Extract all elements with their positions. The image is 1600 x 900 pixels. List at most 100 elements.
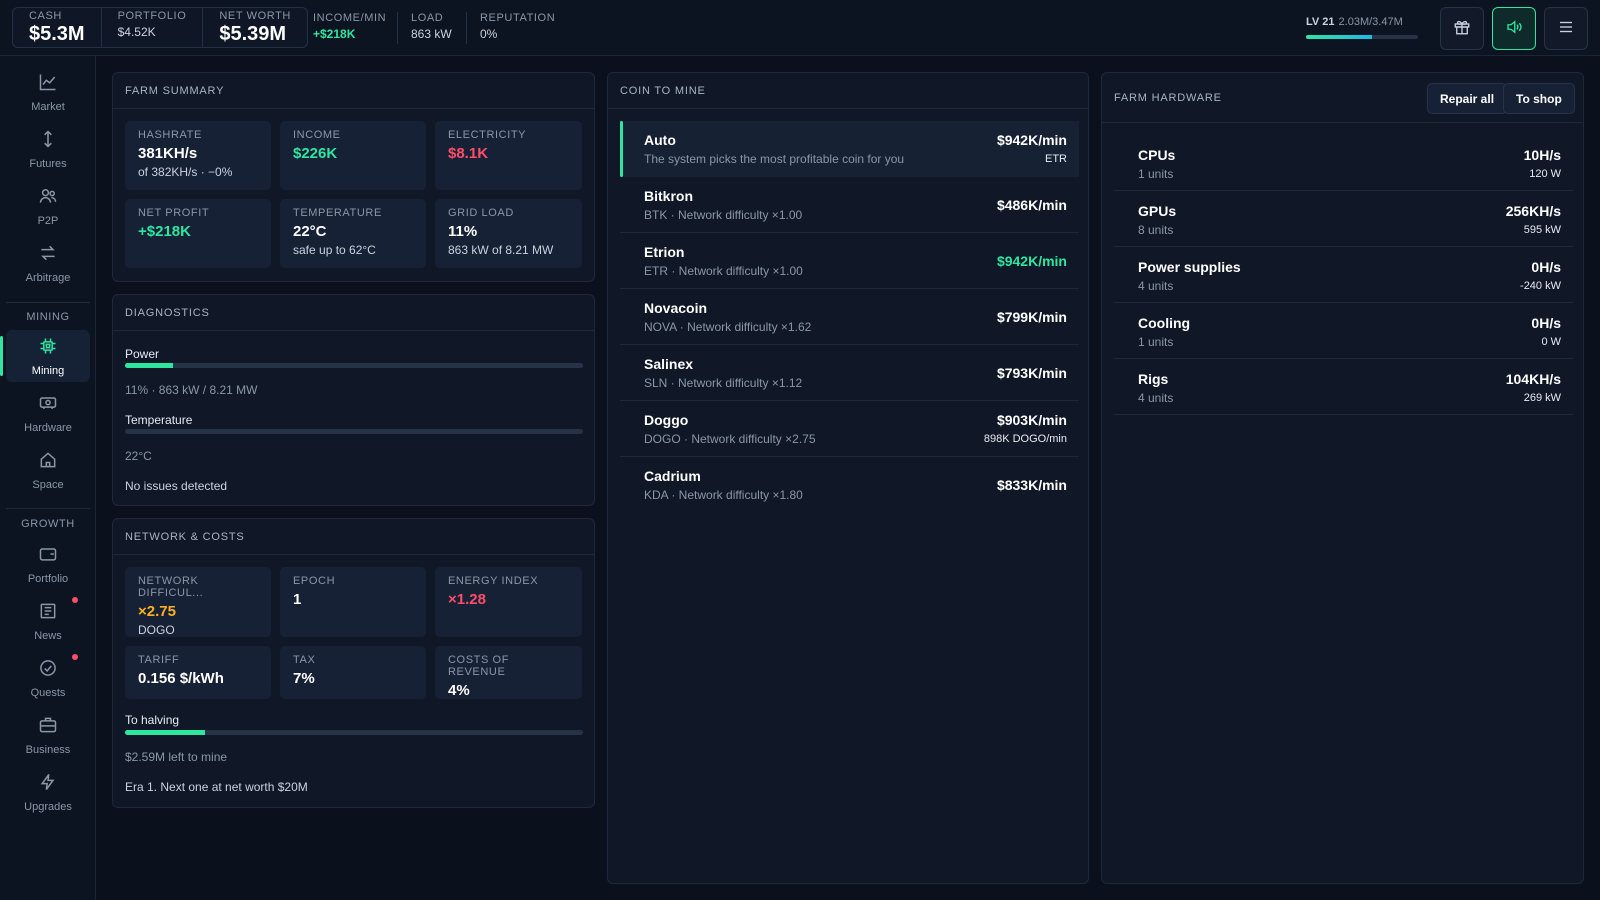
level-indicator[interactable]: LV 21 2.03M/3.47M	[1306, 16, 1418, 39]
hardware-units: 1 units	[1138, 167, 1174, 181]
reputation-label: REPUTATION	[480, 12, 556, 24]
coin-rate: $799K/min	[996, 309, 1067, 325]
nav-p2p-label: P2P	[37, 214, 59, 227]
load-label: LOAD	[411, 12, 444, 24]
tax-label: TAX	[293, 654, 316, 666]
hardware-row-cpus[interactable]: CPUs 1 units 10H/s 120 W	[1114, 135, 1573, 191]
level-label: LV 21	[1306, 16, 1335, 28]
level-progress-bar	[1306, 35, 1418, 39]
diagnostics-message: No issues detected	[125, 479, 228, 493]
temperature-bar	[125, 429, 583, 434]
coin-description: ETR · Network difficulty ×1.00	[644, 264, 803, 278]
income-card-label: INCOME	[293, 129, 341, 141]
bolt-icon	[38, 772, 58, 795]
temperature-card: TEMPERATURE 22°C safe up to 62°C	[280, 199, 426, 268]
coin-row-auto[interactable]: Auto The system picks the most profitabl…	[620, 121, 1079, 177]
arrows-icon	[38, 129, 58, 152]
hardware-units: 8 units	[1138, 223, 1174, 237]
power-note: 11% · 863 kW / 8.21 MW	[125, 383, 258, 397]
network-costs-title: NETWORK & COSTS	[113, 519, 594, 555]
nav-business[interactable]: Business	[6, 709, 90, 761]
briefcase-icon	[38, 715, 58, 738]
coin-row-novacoin[interactable]: Novacoin NOVA · Network difficulty ×1.62…	[620, 289, 1079, 345]
hardware-units: 4 units	[1138, 391, 1174, 405]
hardware-name: Power supplies	[1138, 259, 1241, 275]
nav-hardware[interactable]: Hardware	[6, 387, 90, 439]
coin-name: Doggo	[644, 412, 689, 428]
coin-rate: $486K/min	[996, 197, 1067, 213]
nav-news[interactable]: News	[6, 595, 90, 647]
wallet-icon	[38, 544, 58, 567]
coin-secondary: ETR	[1045, 153, 1067, 165]
nav-space-label: Space	[32, 478, 64, 491]
income-value: +$218K	[313, 27, 356, 41]
difficulty-sub: DOGO	[138, 623, 175, 637]
coin-row-doggo[interactable]: Doggo DOGO · Network difficulty ×2.75 $9…	[620, 401, 1079, 457]
coin-name: Bitkron	[644, 188, 693, 204]
nav-mining-label: Mining	[31, 364, 65, 377]
sound-button[interactable]	[1492, 7, 1536, 50]
hashrate-value: 381KH/s	[138, 145, 198, 162]
nav-section-mining: MINING	[26, 311, 70, 323]
hardware-row-power-supplies[interactable]: Power supplies 4 units 0H/s -240 kW	[1114, 247, 1573, 303]
hardware-rate: 104KH/s	[1505, 371, 1561, 387]
hardware-power: -240 kW	[1520, 280, 1561, 292]
tax-value: 7%	[293, 670, 315, 687]
hardware-row-cooling[interactable]: Cooling 1 units 0H/s 0 W	[1114, 303, 1573, 359]
nav-arbitrage-label: Arbitrage	[25, 271, 71, 284]
power-bar	[125, 363, 583, 368]
power-label: Power	[125, 347, 160, 361]
nav-upgrades-label: Upgrades	[24, 800, 72, 813]
energy-index-label: ENERGY INDEX	[448, 575, 539, 587]
nav-hardware-label: Hardware	[24, 421, 72, 434]
tariff-value: 0.156 $/kWh	[138, 670, 224, 687]
nav-quests-label: Quests	[30, 686, 66, 699]
gift-button[interactable]	[1440, 7, 1484, 50]
hardware-row-rigs[interactable]: Rigs 4 units 104KH/s 269 kW	[1114, 359, 1573, 415]
nav-futures[interactable]: Futures	[6, 123, 90, 175]
nav-divider	[6, 302, 90, 303]
epoch-value: 1	[293, 591, 302, 608]
hardware-icon	[38, 393, 58, 416]
networth-label: NET WORTH	[219, 10, 291, 22]
nav-upgrades[interactable]: Upgrades	[6, 766, 90, 818]
repair-all-button[interactable]: Repair all	[1427, 83, 1508, 114]
nav-p2p[interactable]: P2P	[6, 180, 90, 232]
portfolio-label: PORTFOLIO	[117, 10, 187, 22]
epoch-card: EPOCH 1	[280, 567, 426, 637]
tariff-label: TARIFF	[138, 654, 180, 666]
coin-rate: $833K/min	[996, 477, 1067, 493]
coin-row-etrion[interactable]: Etrion ETR · Network difficulty ×1.00 $9…	[620, 233, 1079, 289]
nav-mining[interactable]: Mining	[0, 330, 90, 382]
coin-description: The system picks the most profitable coi…	[644, 152, 905, 166]
hardware-rate: 10H/s	[1523, 147, 1561, 163]
check-circle-icon	[38, 658, 58, 681]
menu-button[interactable]	[1544, 7, 1588, 50]
speaker-icon	[1505, 18, 1523, 39]
coin-description: BTK · Network difficulty ×1.00	[644, 208, 803, 222]
diagnostics-title: DIAGNOSTICS	[113, 295, 594, 331]
nav-market[interactable]: Market	[6, 66, 90, 118]
electricity-value: $8.1K	[448, 145, 489, 162]
coin-row-cadrium[interactable]: Cadrium KDA · Network difficulty ×1.80 $…	[620, 457, 1079, 513]
nav-portfolio[interactable]: Portfolio	[6, 538, 90, 590]
hardware-row-gpus[interactable]: GPUs 8 units 256KH/s 595 kW	[1114, 191, 1573, 247]
portfolio-value: $4.52K	[117, 25, 156, 39]
coin-description: NOVA · Network difficulty ×1.62	[644, 320, 812, 334]
grid-load-card: GRID LOAD 11% 863 kW of 8.21 MW	[435, 199, 582, 268]
power-bar-fill	[125, 363, 174, 368]
coin-row-salinex[interactable]: Salinex SLN · Network difficulty ×1.12 $…	[620, 345, 1079, 401]
nav-quests[interactable]: Quests	[6, 652, 90, 704]
cash-stat: CASH $5.3M	[13, 8, 102, 47]
difficulty-label: NETWORK DIFFICUL...	[138, 575, 204, 599]
hardware-name: GPUs	[1138, 203, 1177, 219]
nav-space[interactable]: Space	[6, 444, 90, 496]
nav-arbitrage[interactable]: Arbitrage	[6, 237, 90, 289]
to-shop-button[interactable]: To shop	[1503, 83, 1575, 114]
hardware-rate: 256KH/s	[1505, 203, 1561, 219]
users-icon	[38, 186, 58, 209]
tax-card: TAX 7%	[280, 646, 426, 699]
diagnostics-panel: DIAGNOSTICS Power 11% · 863 kW / 8.21 MW…	[112, 294, 595, 506]
coin-row-bitkron[interactable]: Bitkron BTK · Network difficulty ×1.00 $…	[620, 177, 1079, 233]
chart-icon	[38, 72, 58, 95]
